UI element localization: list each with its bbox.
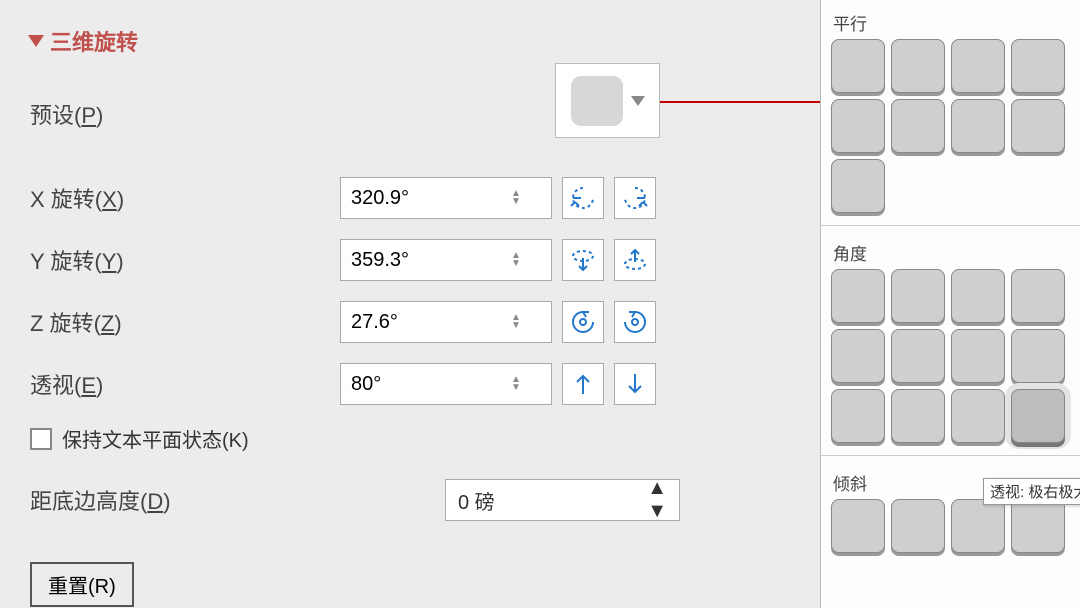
preset-thumb[interactable] xyxy=(831,159,885,213)
z-rotation-input[interactable]: ▲▼ xyxy=(340,301,552,343)
spinner-arrows[interactable]: ▲▼ xyxy=(511,252,521,268)
preset-thumb[interactable] xyxy=(891,329,945,383)
rotate-cw-icon xyxy=(621,308,649,336)
keep-text-flat-label: 保持文本平面状态(K) xyxy=(62,424,249,453)
perspective-label: 透视(E) xyxy=(30,368,340,400)
keep-text-flat-checkbox[interactable] xyxy=(30,428,52,450)
preset-dropdown[interactable] xyxy=(555,63,660,138)
preset-thumb[interactable] xyxy=(891,499,945,553)
gallery-grid-tilt xyxy=(821,499,1080,561)
spinner-arrows[interactable]: ▲▼ xyxy=(511,314,521,330)
gallery-group-parallel: 平行 xyxy=(821,0,1080,39)
preset-thumb[interactable] xyxy=(831,329,885,383)
preset-label: 预设(P) xyxy=(30,98,340,130)
perspective-input[interactable]: ▲▼ xyxy=(340,363,552,405)
keep-text-flat-row[interactable]: 保持文本平面状态(K) xyxy=(30,424,790,453)
perspective-field[interactable] xyxy=(351,373,511,396)
spinner-arrows[interactable]: ▲▼ xyxy=(511,376,521,392)
preset-thumb[interactable] xyxy=(951,39,1005,93)
distance-value: 0 磅 xyxy=(458,486,647,515)
preset-thumb[interactable] xyxy=(891,99,945,153)
spinner-arrows[interactable]: ▲▼ xyxy=(511,190,521,206)
x-rotation-row: X 旋转(X) ▲▼ xyxy=(30,176,790,220)
z-rotation-field[interactable] xyxy=(351,311,511,334)
rotate-x-left-button[interactable] xyxy=(562,177,604,219)
preset-thumb[interactable] xyxy=(831,39,885,93)
preset-thumb[interactable] xyxy=(891,269,945,323)
gallery-grid-angle xyxy=(821,269,1080,451)
preset-thumb[interactable] xyxy=(831,389,885,443)
rotate-down-icon xyxy=(621,246,649,274)
preset-thumb[interactable] xyxy=(951,389,1005,443)
x-rotation-input[interactable]: ▲▼ xyxy=(340,177,552,219)
preset-thumb[interactable] xyxy=(891,389,945,443)
distance-row: 距底边高度(D) 0 磅 ▲▼ xyxy=(30,478,790,522)
preset-thumbnail xyxy=(571,76,623,126)
gallery-divider xyxy=(821,225,1080,226)
preset-thumb[interactable] xyxy=(831,269,885,323)
gallery-group-angle: 角度 xyxy=(821,230,1080,269)
x-rotation-field[interactable] xyxy=(351,187,511,210)
preset-tooltip: 透视: 极右极大 xyxy=(983,478,1080,505)
spinner-arrows[interactable]: ▲▼ xyxy=(647,477,667,523)
rotate-up-icon xyxy=(569,246,597,274)
collapse-triangle-icon xyxy=(28,35,44,47)
y-rotation-field[interactable] xyxy=(351,249,511,272)
chevron-down-icon xyxy=(631,96,645,106)
distance-label: 距底边高度(D) xyxy=(30,484,340,516)
preset-thumb[interactable] xyxy=(1011,499,1065,553)
arrow-up-icon xyxy=(569,370,597,398)
preset-thumb[interactable] xyxy=(831,99,885,153)
preset-thumb[interactable] xyxy=(1011,269,1065,323)
rotate-x-right-button[interactable] xyxy=(614,177,656,219)
preset-gallery: 平行 角度 倾斜 xyxy=(820,0,1080,608)
perspective-row: 透视(E) ▲▼ xyxy=(30,362,790,406)
preset-thumb-selected[interactable] xyxy=(1011,389,1065,443)
preset-thumb[interactable] xyxy=(1011,329,1065,383)
z-rotation-label: Z 旋转(Z) xyxy=(30,306,340,338)
section-header[interactable]: 三维旋转 xyxy=(30,25,790,57)
x-rotation-label: X 旋转(X) xyxy=(30,182,340,214)
gallery-grid-parallel xyxy=(821,39,1080,221)
distance-input[interactable]: 0 磅 ▲▼ xyxy=(445,479,680,521)
preset-thumb[interactable] xyxy=(951,329,1005,383)
rotate-right-icon xyxy=(621,184,649,212)
arrow-down-icon xyxy=(621,370,649,398)
y-rotation-input[interactable]: ▲▼ xyxy=(340,239,552,281)
preset-thumb[interactable] xyxy=(831,499,885,553)
rotate-ccw-icon xyxy=(569,308,597,336)
preset-thumb[interactable] xyxy=(951,269,1005,323)
preset-thumb[interactable] xyxy=(1011,99,1065,153)
perspective-up-button[interactable] xyxy=(562,363,604,405)
gallery-divider xyxy=(821,455,1080,456)
preset-thumb[interactable] xyxy=(1011,39,1065,93)
preset-thumb[interactable] xyxy=(951,99,1005,153)
rotate-left-icon xyxy=(569,184,597,212)
perspective-down-button[interactable] xyxy=(614,363,656,405)
rotation-panel: 三维旋转 预设(P) X 旋转(X) ▲▼ Y 旋转(Y) xyxy=(0,0,820,608)
reset-button[interactable]: 重置(R) xyxy=(30,562,134,607)
rotate-y-down-button[interactable] xyxy=(614,239,656,281)
z-rotation-row: Z 旋转(Z) ▲▼ xyxy=(30,300,790,344)
y-rotation-label: Y 旋转(Y) xyxy=(30,244,340,276)
y-rotation-row: Y 旋转(Y) ▲▼ xyxy=(30,238,790,282)
preset-thumb[interactable] xyxy=(891,39,945,93)
rotate-y-up-button[interactable] xyxy=(562,239,604,281)
rotate-z-ccw-button[interactable] xyxy=(562,301,604,343)
rotate-z-cw-button[interactable] xyxy=(614,301,656,343)
preset-thumb[interactable] xyxy=(951,499,1005,553)
preset-row: 预设(P) xyxy=(30,92,790,136)
section-title: 三维旋转 xyxy=(50,25,138,57)
